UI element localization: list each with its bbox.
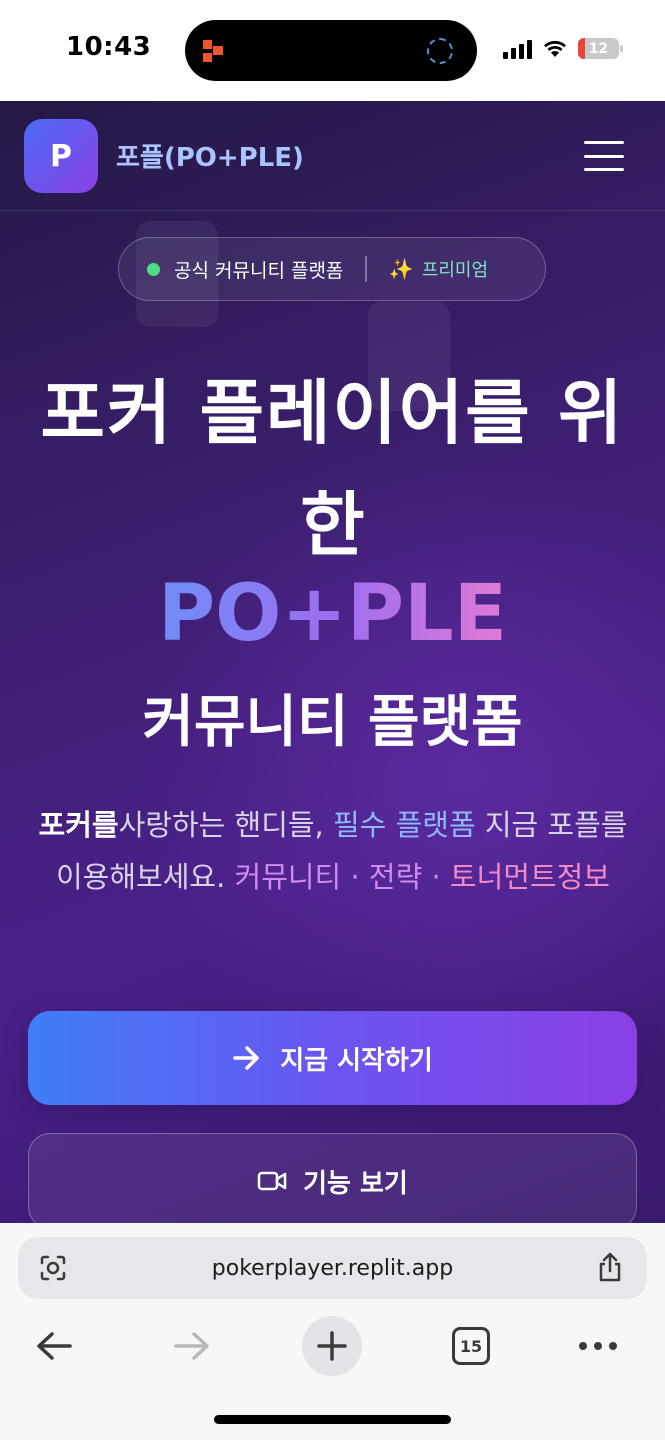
desc-highlight-pink: 토너먼트정보 bbox=[449, 860, 610, 894]
more-dots-icon bbox=[579, 1342, 617, 1350]
share-icon[interactable] bbox=[595, 1251, 625, 1283]
cellular-signal-icon bbox=[503, 39, 532, 59]
more-button[interactable] bbox=[568, 1313, 628, 1379]
tab-count: 15 bbox=[459, 1336, 483, 1356]
web-page[interactable]: P 포플(PO+PLE) 공식 커뮤니티 플랫폼 ✨ 프리미엄 포커 플레이어를… bbox=[0, 101, 665, 1223]
hamburger-menu-icon[interactable] bbox=[584, 141, 624, 171]
site-logo[interactable]: P bbox=[24, 119, 98, 193]
sparkles-icon: ✨ bbox=[388, 257, 414, 281]
browser-toolbar: pokerplayer.replit.app 15 bbox=[0, 1223, 665, 1440]
wifi-icon bbox=[544, 40, 566, 57]
desc-highlight-blue: 필수 플랫폼 bbox=[333, 808, 476, 842]
status-time: 10:43 bbox=[66, 32, 152, 62]
arrow-right-icon bbox=[174, 1332, 209, 1360]
hero-title-line-2: 한 bbox=[300, 484, 365, 566]
hero-description: 포커를사랑하는 핸디들, 필수 플랫폼 지금 포플를 이용해보세요. 커뮤니티 … bbox=[28, 799, 638, 903]
status-bar: 10:43 12 bbox=[0, 0, 665, 101]
back-button[interactable] bbox=[24, 1313, 84, 1379]
start-now-label: 지금 시작하기 bbox=[280, 1045, 433, 1076]
brand-name[interactable]: 포플(PO+PLE) bbox=[116, 137, 304, 174]
battery-fill bbox=[578, 38, 586, 59]
tabs-button[interactable]: 15 bbox=[441, 1313, 501, 1379]
view-features-button[interactable]: 기능 보기 bbox=[28, 1133, 637, 1223]
page-settings-icon[interactable] bbox=[38, 1253, 68, 1283]
loading-ring-icon bbox=[427, 38, 453, 64]
new-tab-button[interactable] bbox=[302, 1313, 362, 1379]
url-text[interactable]: pokerplayer.replit.app bbox=[212, 1256, 453, 1281]
status-icons: 12 bbox=[503, 38, 623, 59]
video-camera-icon bbox=[257, 1171, 287, 1191]
arrow-right-icon bbox=[233, 1046, 259, 1070]
desc-highlight-purple: 커뮤니티 · 전략 · bbox=[234, 860, 450, 894]
status-dot-icon bbox=[147, 262, 160, 276]
view-features-label: 기능 보기 bbox=[303, 1168, 408, 1199]
app-logo-icon bbox=[203, 40, 223, 62]
premium-label: 프리미엄 bbox=[421, 260, 489, 281]
plus-icon bbox=[302, 1316, 362, 1376]
battery-icon: 12 bbox=[578, 38, 623, 59]
arrow-left-icon bbox=[37, 1332, 72, 1360]
hero-title-line-3: 커뮤니티 플랫폼 bbox=[142, 690, 523, 755]
hero-brand-text: PO+PLE bbox=[158, 569, 507, 659]
start-now-button[interactable]: 지금 시작하기 bbox=[28, 1011, 637, 1105]
hero-brand: PO+PLE bbox=[0, 569, 665, 659]
badge-divider bbox=[365, 256, 367, 282]
battery-level: 12 bbox=[588, 40, 609, 57]
desc-text-a: 사랑하는 핸디들, bbox=[118, 808, 333, 842]
browser-nav-row: 15 bbox=[0, 1313, 665, 1379]
site-header: P 포플(PO+PLE) bbox=[0, 101, 665, 211]
official-label: 공식 커뮤니티 플랫폼 bbox=[174, 259, 344, 282]
dynamic-island bbox=[185, 20, 477, 81]
tabs-icon: 15 bbox=[452, 1327, 490, 1365]
desc-bold: 포커를 bbox=[38, 808, 119, 842]
home-indicator[interactable] bbox=[214, 1415, 451, 1424]
forward-button[interactable] bbox=[162, 1313, 222, 1379]
address-bar[interactable]: pokerplayer.replit.app bbox=[18, 1237, 647, 1299]
logo-letter: P bbox=[50, 138, 72, 174]
official-badge: 공식 커뮤니티 플랫폼 ✨ 프리미엄 bbox=[118, 237, 546, 301]
hero-title-line-1: 포커 플레이어를 위 bbox=[40, 372, 625, 454]
